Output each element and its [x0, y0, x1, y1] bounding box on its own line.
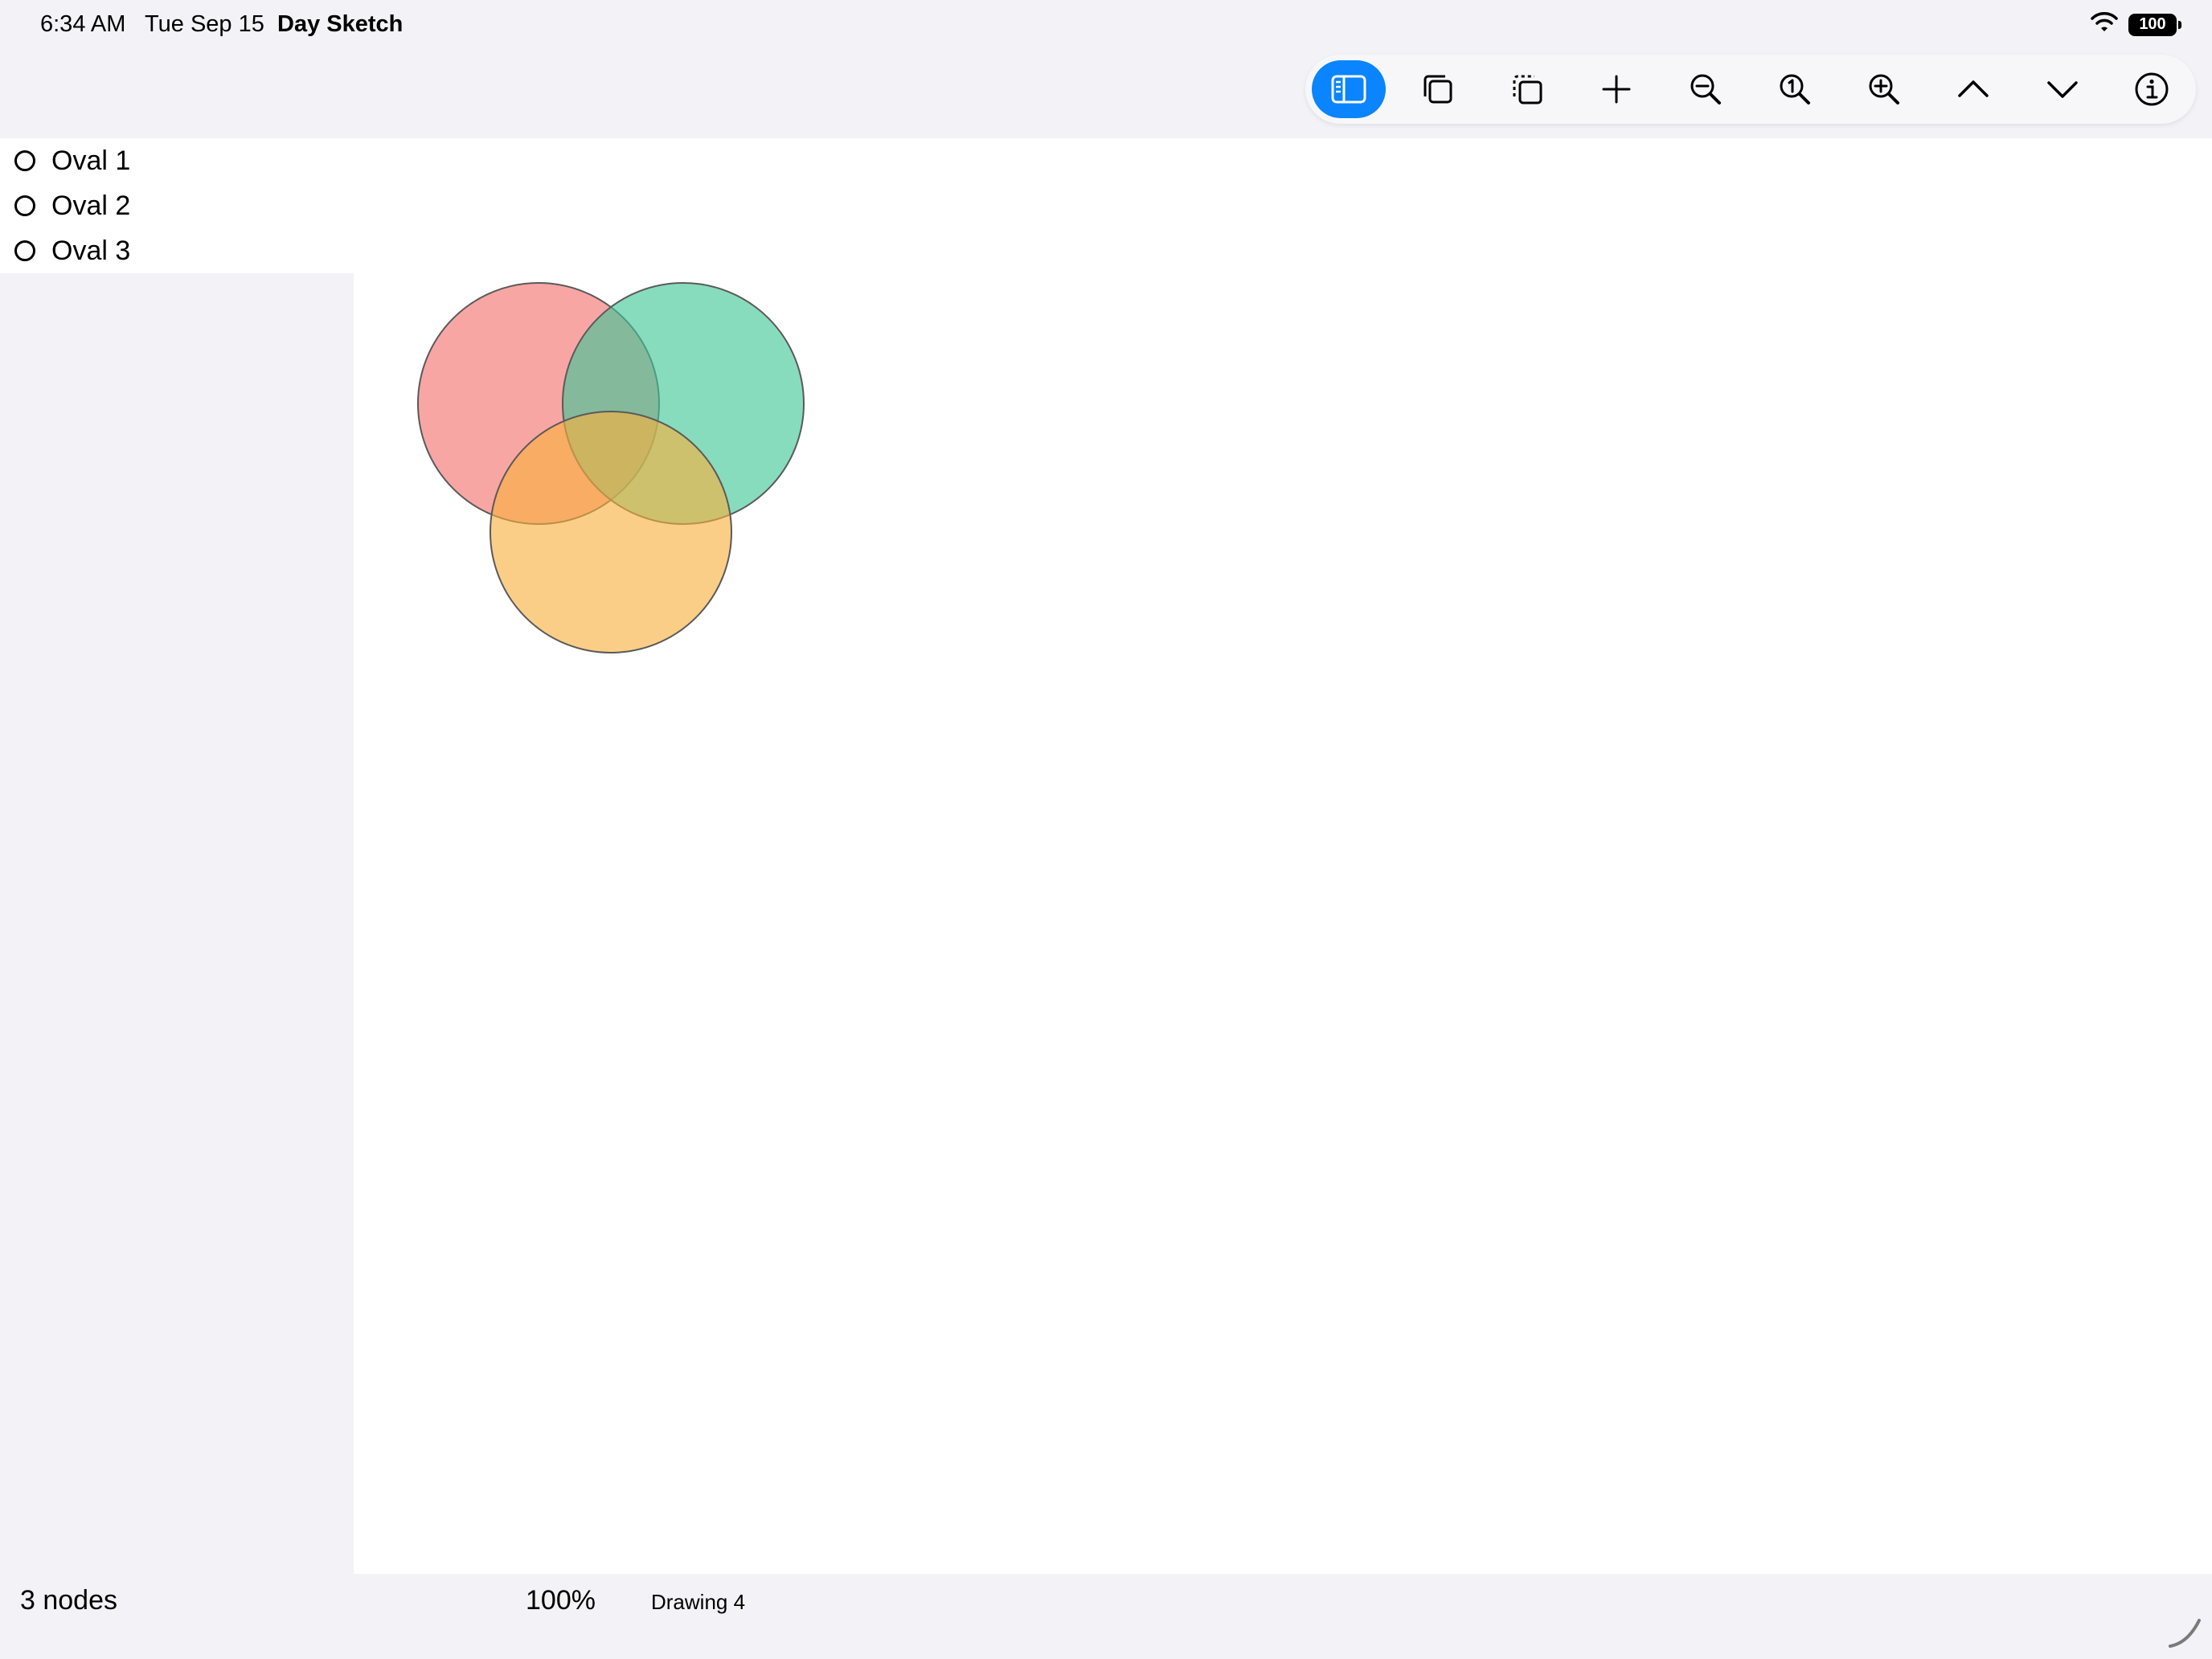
zoom-actual-size-button[interactable] — [1758, 60, 1832, 118]
oval-icon — [14, 240, 35, 261]
copy-selection-icon — [1513, 75, 1542, 104]
zoom-out-button[interactable] — [1669, 60, 1743, 118]
plus-icon — [1602, 75, 1631, 104]
layer-item-label: Oval 2 — [51, 190, 131, 221]
wifi-icon — [2090, 11, 2119, 38]
toggle-sidebar-button[interactable] — [1312, 60, 1386, 118]
status-date: Tue Sep 15 — [145, 11, 264, 37]
oval-icon — [14, 195, 35, 216]
zoom-actual-icon — [1780, 74, 1810, 104]
node-count: 3 nodes — [20, 1585, 117, 1616]
move-down-button[interactable] — [2026, 60, 2099, 118]
move-up-button[interactable] — [1936, 60, 2010, 118]
sidebar-icon — [1331, 75, 1366, 104]
layer-item-oval-3[interactable]: Oval 3 — [0, 228, 354, 273]
resize-handle-icon[interactable] — [2164, 1611, 2204, 1651]
status-app-name: Day Sketch — [277, 11, 403, 37]
duplicate-button[interactable] — [1401, 60, 1475, 118]
status-bar: 6:34 AM Tue Sep 15 Day Sketch 100 — [0, 0, 2212, 51]
layer-item-label: Oval 3 — [51, 235, 131, 266]
zoom-out-icon — [1690, 74, 1721, 104]
info-button[interactable] — [2115, 60, 2189, 118]
layer-item-oval-2[interactable]: Oval 2 — [0, 183, 354, 228]
add-button[interactable] — [1579, 60, 1653, 118]
status-time: 6:34 AM — [40, 11, 126, 37]
document-title[interactable]: Drawing 4 — [651, 1590, 745, 1615]
copy-selection-button[interactable] — [1490, 60, 1564, 118]
info-icon — [2135, 72, 2169, 106]
zoom-in-button[interactable] — [1847, 60, 1921, 118]
duplicate-icon — [1423, 75, 1452, 104]
layer-item-oval-1[interactable]: Oval 1 — [0, 138, 354, 183]
drawing-canvas[interactable] — [354, 138, 2212, 1574]
oval-icon — [14, 150, 35, 171]
chevron-down-icon — [2047, 81, 2078, 98]
battery-icon: 100 — [2128, 13, 2181, 36]
layer-item-label: Oval 1 — [51, 145, 131, 176]
chevron-up-icon — [1958, 80, 1989, 97]
oval-3-shape[interactable] — [490, 411, 732, 653]
status-indicators: 100 — [2090, 11, 2181, 38]
layer-list: Oval 1 Oval 2 Oval 3 — [0, 138, 354, 273]
zoom-level[interactable]: 100% — [526, 1585, 596, 1616]
toolbar — [1305, 55, 2196, 124]
zoom-in-icon — [1869, 74, 1899, 104]
